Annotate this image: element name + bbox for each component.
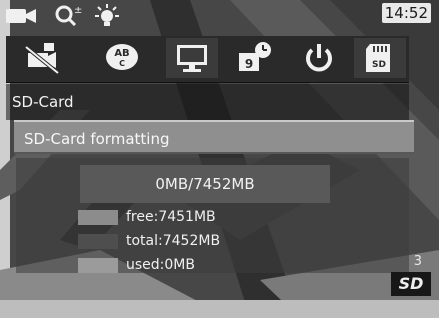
power-button[interactable] xyxy=(293,38,345,78)
sd-card-button[interactable]: SD xyxy=(354,38,406,78)
zoom-icon: ± xyxy=(54,4,84,27)
language-button[interactable]: AB C xyxy=(96,38,148,78)
sd-format-button[interactable]: SD-Card formatting xyxy=(14,120,414,154)
camera-off-icon xyxy=(24,43,60,75)
screen-bezel-bottom xyxy=(0,300,439,318)
svg-text:±: ± xyxy=(74,5,82,16)
camera-screen: ± 14:52 AB C 9 SD SD-Card SD-Card formatt… xyxy=(0,0,439,318)
legend-label-used: used:0MB xyxy=(126,257,195,273)
legend-label-free: free:7451MB xyxy=(126,209,216,225)
sd-card-icon: SD xyxy=(366,44,390,72)
svg-text:C: C xyxy=(119,59,125,68)
video-camera-icon xyxy=(4,4,40,26)
svg-text:AB: AB xyxy=(114,48,129,59)
power-icon xyxy=(306,44,332,72)
date-time-button[interactable]: 9 xyxy=(228,38,280,78)
date-time-icon: 9 xyxy=(239,42,271,71)
settings-menu-bar: AB C 9 SD xyxy=(6,36,409,83)
svg-text:9: 9 xyxy=(245,57,253,71)
legend-swatch-total xyxy=(78,233,118,249)
legend-total: total:7452MB xyxy=(78,232,220,250)
legend-label-total: total:7452MB xyxy=(126,233,221,249)
svg-text:SD: SD xyxy=(372,60,386,70)
monitor-icon xyxy=(177,45,207,72)
clock-time: 14:52 xyxy=(381,3,431,23)
legend-swatch-used xyxy=(78,257,118,273)
ab-language-icon: ABC xyxy=(106,44,138,70)
legend-free: free:7451MB xyxy=(78,208,216,226)
sd-status-badge: SD xyxy=(391,272,431,296)
legend-swatch-free xyxy=(78,209,118,225)
brightness-icon xyxy=(92,4,122,26)
page-title: SD-Card xyxy=(6,84,409,120)
capacity-readout: 0MB/7452MB xyxy=(80,165,330,203)
side-indicator: 3 xyxy=(413,254,422,269)
display-button[interactable] xyxy=(166,38,218,78)
camera-off-button[interactable] xyxy=(16,38,68,78)
legend-used: used:0MB xyxy=(78,256,195,274)
